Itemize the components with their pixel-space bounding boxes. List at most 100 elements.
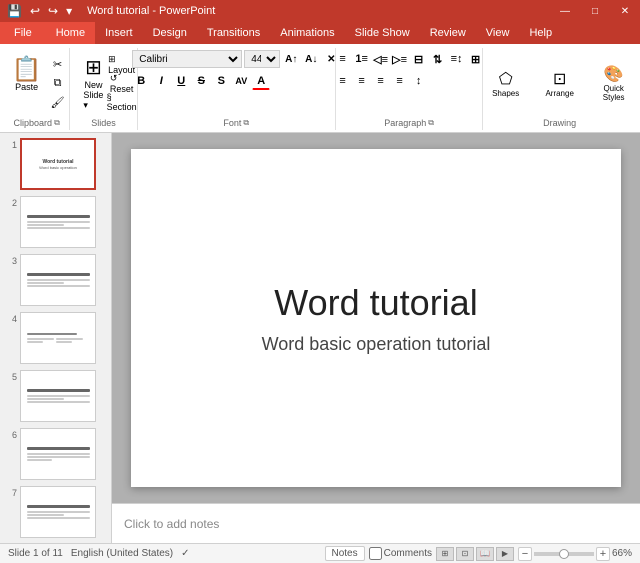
font-expand-icon[interactable]: ⧉ — [243, 118, 249, 128]
slide-num-5: 5 — [5, 370, 17, 382]
ribbon-group-clipboard: 📋 Paste ✂ ⧉ 🖌 Clipboard ⧉ — [4, 48, 70, 130]
zoom-out-button[interactable]: − — [518, 547, 532, 561]
layout-button[interactable]: ⊞ Layout — [113, 55, 131, 73]
arrange-button[interactable]: ⊡ Arrange — [535, 58, 585, 108]
notes-placeholder: Click to add notes — [124, 517, 219, 531]
ribbon-group-paragraph: ≡ 1≡ ◁≡ ▷≡ ⊟ ⇅ ≡↕ ⊞ ≡ ≡ ≡ ≡ ↕ P — [336, 48, 483, 130]
shapes-button[interactable]: ⬠ Shapes — [481, 58, 531, 108]
minimize-button[interactable]: — — [550, 0, 580, 22]
clipboard-expand-icon[interactable]: ⧉ — [54, 118, 60, 128]
menu-bar: File Home Insert Design Transitions Anim… — [0, 22, 640, 44]
window-controls: — □ ✕ — [550, 0, 640, 22]
slide-image-4 — [20, 312, 96, 364]
bullets-button[interactable]: ≡ — [334, 50, 352, 68]
slide-thumb-6[interactable]: 6 — [4, 427, 107, 481]
slide-num-6: 6 — [5, 428, 17, 440]
notes-button[interactable]: Notes — [325, 546, 365, 561]
copy-button[interactable]: ⧉ — [49, 74, 67, 92]
decrease-indent-button[interactable]: ◁≡ — [372, 50, 390, 68]
font-size-select[interactable]: 44 — [244, 50, 280, 68]
font-color-button[interactable]: A — [252, 72, 270, 90]
notes-area[interactable]: Click to add notes — [112, 503, 640, 543]
bold-button[interactable]: B — [132, 72, 150, 90]
new-slide-label2: Slide ▾ — [83, 90, 103, 111]
paste-icon: 📋 — [12, 58, 42, 82]
increase-indent-button[interactable]: ▷≡ — [391, 50, 409, 68]
arrange-icon: ⊡ — [553, 69, 566, 89]
menu-view[interactable]: View — [476, 22, 520, 44]
line-spacing-button[interactable]: ↕ — [410, 72, 428, 90]
quick-styles-button[interactable]: 🎨 QuickStyles — [589, 58, 639, 108]
zoom-slider[interactable] — [534, 552, 594, 556]
main-area: 1 Word tutorial Word basic operation 2 — [0, 133, 640, 543]
char-spacing-button[interactable]: AV — [232, 72, 250, 90]
align-text-button[interactable]: ≡↕ — [448, 50, 466, 68]
slide-thumb-5[interactable]: 5 — [4, 369, 107, 423]
decrease-font-button[interactable]: A↓ — [302, 50, 320, 68]
cut-button[interactable]: ✂ — [49, 55, 67, 73]
ribbon: 📋 Paste ✂ ⧉ 🖌 Clipboard ⧉ ⊞ — [0, 44, 640, 133]
reading-view-button[interactable]: 📖 — [476, 547, 494, 561]
strikethrough-button[interactable]: S — [192, 72, 210, 90]
justify-button[interactable]: ≡ — [391, 72, 409, 90]
save-qa-button[interactable]: 💾 — [4, 2, 25, 20]
slide-title: Word tutorial — [274, 282, 477, 324]
columns-button[interactable]: ⊟ — [410, 50, 428, 68]
slide-thumb-7[interactable]: 7 — [4, 485, 107, 539]
paragraph-expand-icon[interactable]: ⧉ — [428, 118, 434, 128]
ribbon-group-slides: ⊞ New Slide ▾ ⊞ Layout ↺ Reset § Section… — [70, 48, 137, 130]
menu-insert[interactable]: Insert — [95, 22, 143, 44]
close-button[interactable]: ✕ — [610, 0, 640, 22]
slideshow-view-button[interactable]: ▶ — [496, 547, 514, 561]
normal-view-button[interactable]: ⊞ — [436, 547, 454, 561]
para-row-2: ≡ ≡ ≡ ≡ ↕ — [334, 72, 485, 90]
shapes-icon: ⬠ — [499, 69, 513, 89]
slide-thumb-3[interactable]: 3 — [4, 253, 107, 307]
align-center-button[interactable]: ≡ — [353, 72, 371, 90]
maximize-button[interactable]: □ — [580, 0, 610, 22]
shadow-button[interactable]: S — [212, 72, 230, 90]
format-painter-button[interactable]: 🖌 — [49, 93, 67, 111]
slide-image-6 — [20, 428, 96, 480]
slide-image-1: Word tutorial Word basic operation — [20, 138, 96, 190]
new-slide-button[interactable]: ⊞ New Slide ▾ — [76, 50, 110, 116]
menu-file[interactable]: File — [0, 22, 46, 44]
slide-thumb-4[interactable]: 4 — [4, 311, 107, 365]
undo-qa-button[interactable]: ↩ — [27, 2, 43, 20]
menu-slideshow[interactable]: Slide Show — [345, 22, 420, 44]
align-left-button[interactable]: ≡ — [334, 72, 352, 90]
slide-canvas[interactable]: Word tutorial Word basic operation tutor… — [131, 149, 621, 487]
redo-qa-button[interactable]: ↪ — [45, 2, 61, 20]
zoom-in-button[interactable]: + — [596, 547, 610, 561]
menu-animations[interactable]: Animations — [270, 22, 344, 44]
underline-button[interactable]: U — [172, 72, 190, 90]
paste-button[interactable]: 📋 Paste — [7, 55, 47, 111]
slide-image-3 — [20, 254, 96, 306]
menu-design[interactable]: Design — [143, 22, 197, 44]
comments-checkbox[interactable] — [369, 547, 382, 560]
drawing-buttons: ⬠ Shapes ⊡ Arrange 🎨 QuickStyles — [481, 50, 639, 116]
menu-transitions[interactable]: Transitions — [197, 22, 270, 44]
zoom-thumb — [559, 549, 569, 559]
section-button[interactable]: § Section — [113, 93, 131, 111]
shapes-label: Shapes — [492, 89, 519, 98]
align-right-button[interactable]: ≡ — [372, 72, 390, 90]
menu-help[interactable]: Help — [519, 22, 562, 44]
slide-num-3: 3 — [5, 254, 17, 266]
customize-qa-button[interactable]: ▾ — [63, 2, 75, 20]
increase-font-button[interactable]: A↑ — [282, 50, 300, 68]
italic-button[interactable]: I — [152, 72, 170, 90]
paragraph-label: Paragraph ⧉ — [384, 116, 434, 128]
text-direction-button[interactable]: ⇅ — [429, 50, 447, 68]
clipboard-small-buttons: ✂ ⧉ 🖌 — [49, 55, 67, 111]
slide-thumb-1[interactable]: 1 Word tutorial Word basic operation — [4, 137, 107, 191]
slide-thumb-2[interactable]: 2 — [4, 195, 107, 249]
numbering-button[interactable]: 1≡ — [353, 50, 371, 68]
reset-button[interactable]: ↺ Reset — [113, 74, 131, 92]
slide-sorter-button[interactable]: ⊡ — [456, 547, 474, 561]
menu-home[interactable]: Home — [46, 22, 95, 44]
font-name-select[interactable]: Calibri — [132, 50, 242, 68]
comments-label: Comments — [384, 548, 432, 559]
slides-label: Slides — [91, 116, 116, 128]
menu-review[interactable]: Review — [420, 22, 476, 44]
